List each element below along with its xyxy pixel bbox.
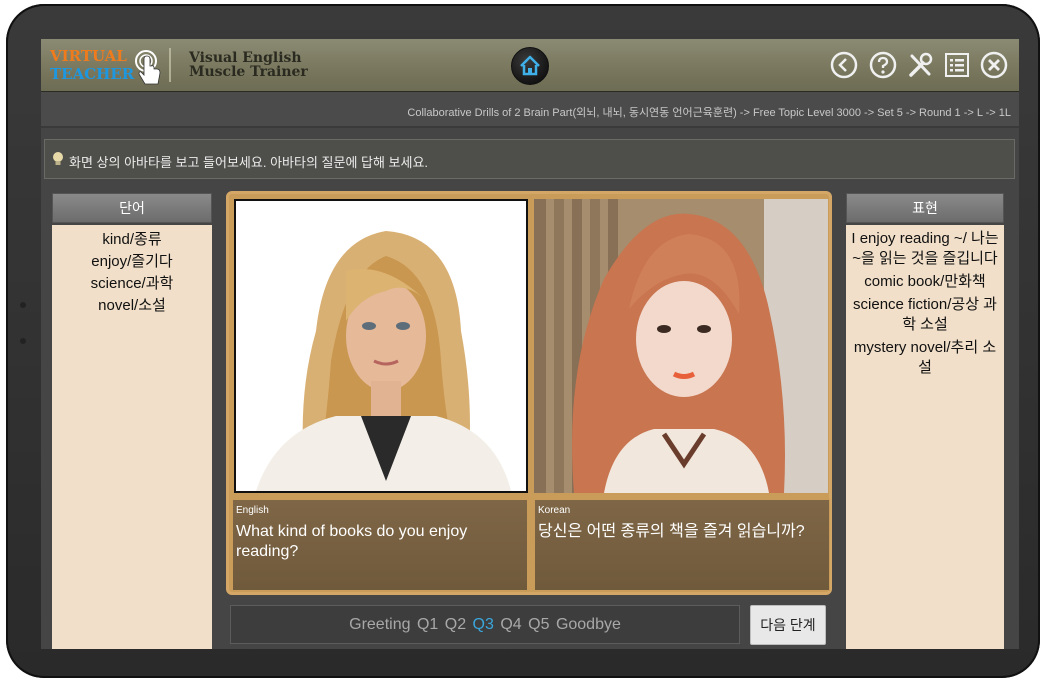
step-q2[interactable]: Q2	[445, 616, 466, 633]
touch-hand-icon	[135, 50, 161, 85]
vocab-item: kind/종류	[102, 231, 162, 248]
home-icon	[520, 55, 540, 76]
english-sentence-box: English What kind of books do you enjoy …	[232, 499, 528, 591]
step-q3-active[interactable]: Q3	[473, 616, 494, 633]
breadcrumb-bar: Collaborative Drills of 2 Brain Part(외뇌,…	[41, 92, 1019, 128]
next-step-button[interactable]: 다음 단계	[750, 605, 826, 645]
avatar-photo	[234, 199, 528, 493]
step-q5[interactable]: Q5	[528, 616, 549, 633]
header-divider	[169, 48, 171, 82]
tablet-frame: VIRTUAL TEACHER Visual English Muscle Tr…	[6, 4, 1040, 678]
expressions-panel-title: 표현	[846, 193, 1004, 223]
korean-sentence: 당신은 어떤 종류의 책을 즐겨 읽습니까?	[538, 523, 805, 540]
close-icon	[980, 51, 1008, 79]
app-title: Visual English Muscle Trainer	[189, 51, 308, 79]
step-q1[interactable]: Q1	[417, 616, 438, 633]
vocab-item: enjoy/즐기다	[91, 253, 173, 270]
user-camera-image	[534, 199, 828, 493]
vocab-item: science/과학	[90, 275, 174, 292]
logo-line2: TEACHER	[50, 65, 135, 83]
instruction-text: 화면 상의 아바타를 보고 들어보세요. 아바타의 질문에 답해 보세요.	[69, 155, 429, 170]
english-sentence: What kind of books do you enjoy reading?	[236, 523, 468, 560]
korean-sentence-box: Korean 당신은 어떤 종류의 책을 즐겨 읽습니까?	[534, 499, 830, 591]
step-goodbye[interactable]: Goodbye	[556, 616, 621, 633]
expression-item: comic book/만화책	[864, 273, 986, 290]
step-q4[interactable]: Q4	[500, 616, 521, 633]
sensor-dot	[20, 338, 26, 344]
camera-dot	[20, 302, 26, 308]
app-screen: VIRTUAL TEACHER Visual English Muscle Tr…	[41, 39, 1019, 649]
question-progress-bar: Greeting Q1 Q2 Q3 Q4 Q5 Goodbye	[230, 605, 740, 644]
instruction-bar: 화면 상의 아바타를 보고 들어보세요. 아바타의 질문에 답해 보세요.	[44, 139, 1015, 179]
english-label: English	[236, 505, 269, 516]
avatar-stage: English What kind of books do you enjoy …	[226, 191, 832, 595]
vocab-panel: kind/종류 enjoy/즐기다 science/과학 novel/소설	[52, 225, 212, 649]
breadcrumb: Collaborative Drills of 2 Brain Part(외뇌,…	[407, 107, 1011, 119]
home-button[interactable]	[511, 47, 549, 85]
avatar-image	[236, 201, 526, 491]
app-title-line1: Visual English	[189, 50, 302, 66]
step-greeting[interactable]: Greeting	[349, 616, 410, 633]
back-button[interactable]	[829, 50, 859, 80]
lightbulb-icon	[53, 152, 63, 165]
list-icon	[945, 53, 969, 77]
vocab-panel-title: 단어	[52, 193, 212, 223]
close-button[interactable]	[979, 50, 1009, 80]
app-logo: VIRTUAL TEACHER	[50, 47, 162, 87]
settings-tools-icon	[909, 52, 933, 77]
help-icon	[869, 51, 897, 79]
settings-button[interactable]	[905, 50, 935, 80]
korean-label: Korean	[538, 505, 571, 516]
expression-item: I enjoy reading ~/ 나는 ~을 읽는 것을 즐깁니다	[851, 230, 999, 267]
expression-item: mystery novel/추리 소설	[853, 339, 997, 376]
list-button[interactable]	[942, 50, 972, 80]
user-camera-view	[534, 199, 828, 493]
back-icon	[830, 51, 858, 79]
expression-item: science fiction/공상 과학 소설	[853, 296, 997, 333]
app-title-line2: Muscle Trainer	[189, 64, 308, 80]
vocab-item: novel/소설	[98, 297, 166, 314]
logo-line1: VIRTUAL	[50, 47, 127, 65]
app-header: VIRTUAL TEACHER Visual English Muscle Tr…	[41, 39, 1019, 92]
help-button[interactable]	[868, 50, 898, 80]
expressions-panel: I enjoy reading ~/ 나는 ~을 읽는 것을 즐깁니다 comi…	[846, 225, 1004, 649]
